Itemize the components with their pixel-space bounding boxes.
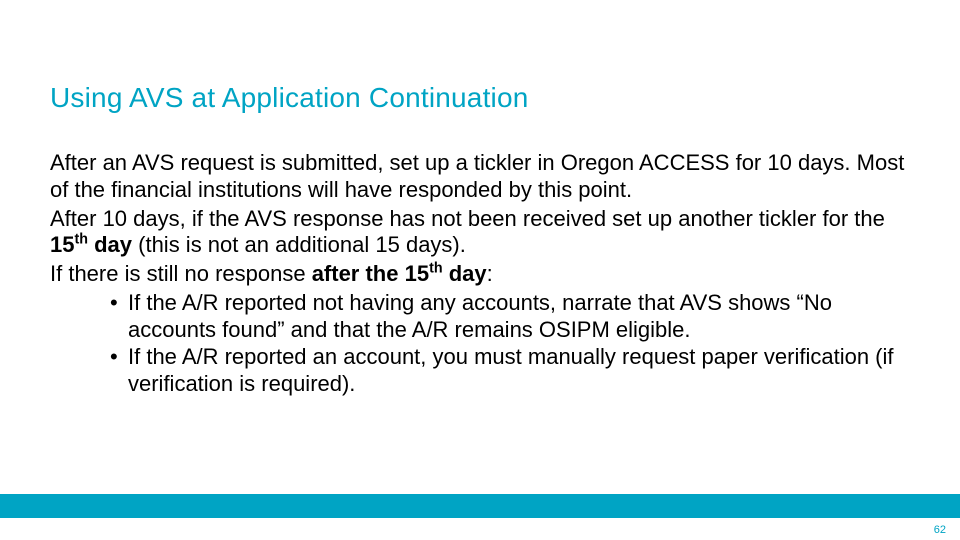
- p3-pre: If there is still no response: [50, 261, 312, 286]
- page-number: 62: [934, 524, 946, 536]
- ordinal-suffix: th: [74, 232, 88, 248]
- list-item: If the A/R reported an account, you must…: [110, 344, 912, 398]
- p3-bold: after the 15th day: [312, 261, 487, 286]
- p2-bold: 15th day: [50, 232, 132, 257]
- p2-post: (this is not an additional 15 days).: [132, 232, 466, 257]
- paragraph-2: After 10 days, if the AVS response has n…: [50, 206, 912, 260]
- p2-bold-day: 15: [50, 232, 74, 257]
- p2-pre: After 10 days, if the AVS response has n…: [50, 206, 885, 231]
- paragraph-3: If there is still no response after the …: [50, 261, 912, 288]
- ordinal-suffix-2: th: [429, 261, 443, 277]
- footer-bar: [0, 494, 960, 518]
- paragraph-1: After an AVS request is submitted, set u…: [50, 150, 912, 204]
- p3-bold-pre: after the 15: [312, 261, 429, 286]
- list-item: If the A/R reported not having any accou…: [110, 290, 912, 344]
- slide: Using AVS at Application Continuation Af…: [0, 0, 960, 540]
- slide-body: After an AVS request is submitted, set u…: [50, 150, 912, 397]
- p3-bold-post: day: [443, 261, 487, 286]
- slide-title: Using AVS at Application Continuation: [50, 82, 529, 114]
- p3-post: :: [487, 261, 493, 286]
- bullet-list: If the A/R reported not having any accou…: [50, 290, 912, 397]
- p2-bold-suffix: day: [88, 232, 132, 257]
